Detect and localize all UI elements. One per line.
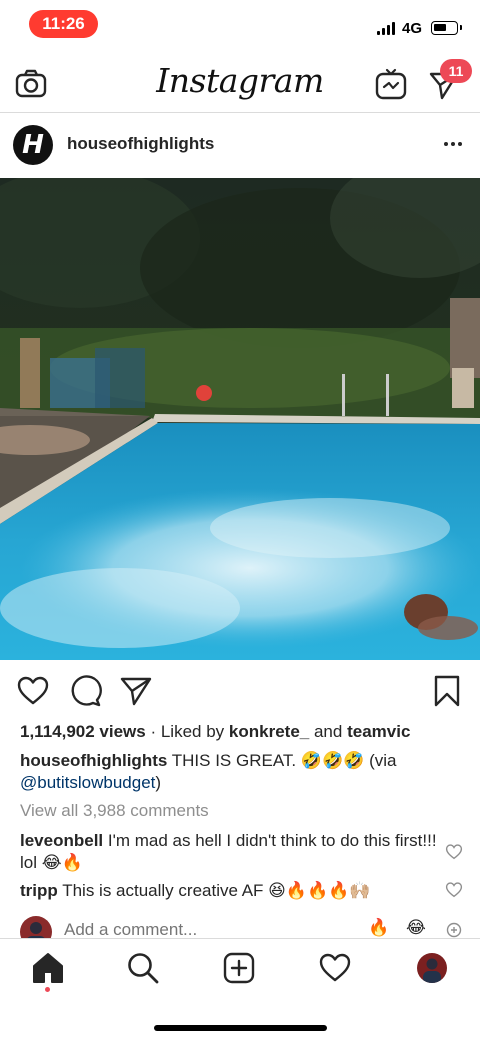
post-caption: houseofhighlights THIS IS GREAT. 🤣🤣🤣 (vi… <box>20 750 460 794</box>
comment-item: tripp This is actually creative AF 😆🔥🔥🔥🙌… <box>20 880 440 902</box>
bookmark-icon[interactable] <box>430 674 464 708</box>
post-username[interactable]: houseofhighlights <box>67 134 214 154</box>
liked-by-and: and <box>313 722 343 741</box>
dm-notification-badge: 11 <box>440 59 472 83</box>
comment-username[interactable]: leveonbell <box>20 831 103 850</box>
heart-icon[interactable] <box>16 674 50 708</box>
quick-reaction-fire[interactable]: 🔥 <box>368 918 389 938</box>
liked-by-prefix: · Liked by <box>150 722 225 741</box>
comment-text: This is actually creative AF 😆🔥🔥🔥🙌🏼 <box>62 881 371 900</box>
caption-close: ) <box>155 773 162 792</box>
comment-username[interactable]: tripp <box>20 881 58 900</box>
home-icon[interactable] <box>31 951 65 985</box>
post-actions <box>0 668 480 714</box>
caption-text: THIS IS GREAT. 🤣🤣🤣 (via <box>171 751 397 770</box>
views-count[interactable]: 1,114,902 views <box>20 722 146 741</box>
battery-icon <box>431 21 462 35</box>
avatar-letter: H <box>22 130 44 160</box>
instagram-logo[interactable]: Instagram <box>0 61 480 100</box>
more-options-icon[interactable] <box>440 134 466 154</box>
views-liked-by: 1,114,902 views · Liked by konkrete_ and… <box>20 722 410 742</box>
activity-heart-icon[interactable] <box>318 951 352 985</box>
search-icon[interactable] <box>126 951 160 985</box>
bottom-tab-bar <box>0 938 480 1040</box>
caption-mention[interactable]: @butitslowbudget <box>20 773 155 792</box>
signal-icon <box>377 22 395 35</box>
home-indicator <box>154 1025 327 1031</box>
post-video[interactable] <box>0 178 480 660</box>
new-post-icon[interactable] <box>222 951 256 985</box>
top-navigation: Instagram 11 <box>0 55 480 113</box>
liked-by-user[interactable]: konkrete_ <box>229 722 309 741</box>
share-icon[interactable] <box>119 674 153 708</box>
post-header: H houseofhighlights <box>0 114 480 178</box>
comment-icon[interactable] <box>68 674 102 708</box>
status-time[interactable]: 11:26 <box>29 10 98 38</box>
comment-like-icon[interactable] <box>445 843 463 861</box>
comment-item: leveonbell I'm mad as hell I didn't thin… <box>20 830 440 874</box>
pool-scene-image <box>0 178 480 660</box>
profile-tab-avatar[interactable] <box>417 953 447 983</box>
comment-like-icon[interactable] <box>445 881 463 899</box>
status-bar: 11:26 4G <box>0 0 480 50</box>
home-notification-dot <box>45 987 50 992</box>
caption-username[interactable]: houseofhighlights <box>20 751 167 770</box>
avatar[interactable]: H <box>13 125 53 165</box>
quick-reaction-laugh[interactable]: 😂 <box>406 918 426 938</box>
view-all-comments-link[interactable]: View all 3,988 comments <box>20 801 209 821</box>
liked-by-user2[interactable]: teamvic <box>347 722 410 741</box>
network-type: 4G <box>402 20 423 37</box>
add-emoji-icon[interactable] <box>446 922 462 938</box>
igtv-icon[interactable] <box>374 67 408 101</box>
add-comment-input[interactable] <box>64 920 344 940</box>
